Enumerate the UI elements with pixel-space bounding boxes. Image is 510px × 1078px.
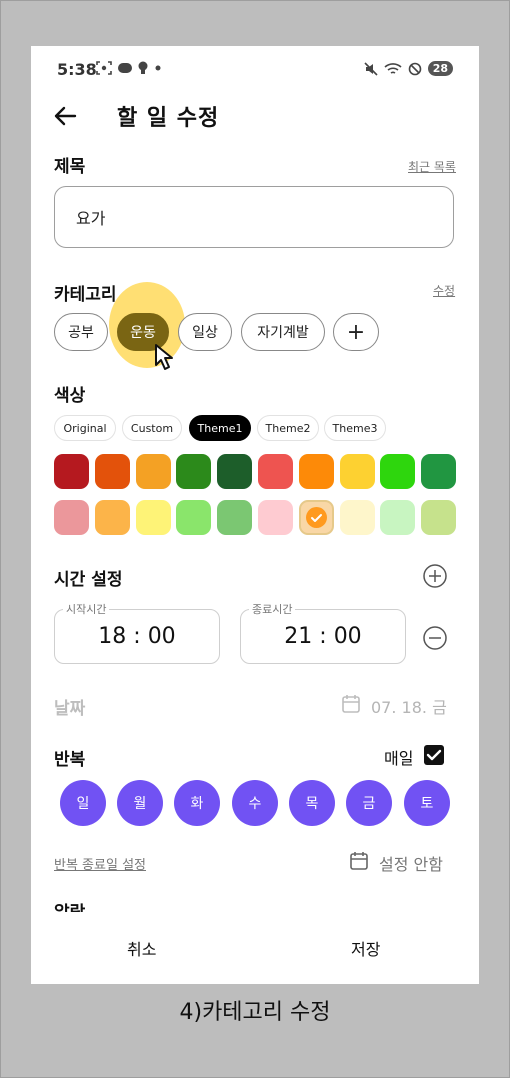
color-swatch[interactable] xyxy=(176,500,212,535)
color-swatch[interactable] xyxy=(339,500,375,535)
cancel-button[interactable]: 취소 xyxy=(127,936,156,960)
repeat-end-date-link[interactable]: 반복 종료일 설정 xyxy=(54,854,146,873)
day-button-sat[interactable]: 토 xyxy=(404,780,450,826)
cursor-icon xyxy=(155,344,173,370)
day-button-fri[interactable]: 금 xyxy=(346,780,392,826)
date-value[interactable]: 07. 18. 금 xyxy=(371,694,447,718)
theme-tab-theme1[interactable]: Theme1 xyxy=(189,415,251,441)
day-button-thu[interactable]: 목 xyxy=(289,780,335,826)
theme-tab-original[interactable]: Original xyxy=(54,415,116,441)
color-swatch[interactable] xyxy=(258,454,293,489)
start-time-field[interactable]: 18 : 00 xyxy=(54,609,220,664)
image-caption: 4)카테고리 수정 xyxy=(179,1000,331,1025)
time-label: 시간 설정 xyxy=(54,570,123,590)
color-swatch[interactable] xyxy=(54,500,89,535)
color-swatch[interactable] xyxy=(135,500,171,535)
color-swatch[interactable] xyxy=(380,500,416,535)
screenshot-icon xyxy=(96,61,112,75)
end-time-caption: 종료시간 xyxy=(249,601,296,617)
day-button-sun[interactable]: 일 xyxy=(60,780,106,826)
app-badge-icon xyxy=(118,63,132,73)
recent-list-link[interactable]: 최근 목록 xyxy=(408,158,456,175)
category-chip-study[interactable]: 공부 xyxy=(54,313,108,351)
remove-time-icon[interactable] xyxy=(423,626,447,650)
theme-tab-theme3[interactable]: Theme3 xyxy=(324,415,386,441)
color-swatch[interactable] xyxy=(217,500,253,535)
color-swatch[interactable] xyxy=(421,454,457,489)
wifi-icon xyxy=(384,62,402,74)
color-label: 색상 xyxy=(54,386,86,406)
color-swatch[interactable] xyxy=(54,454,89,489)
category-label: 카테고리 xyxy=(54,285,117,305)
check-icon xyxy=(426,749,442,761)
category-chip-self-development[interactable]: 자기계발 xyxy=(241,313,325,351)
theme-tab-custom[interactable]: Custom xyxy=(122,415,182,441)
bottom-bar: 취소 저장 xyxy=(31,912,479,984)
day-button-tue[interactable]: 화 xyxy=(174,780,220,826)
repeat-label: 반복 xyxy=(54,750,86,770)
add-time-icon[interactable] xyxy=(423,564,447,588)
start-time-caption: 시작시간 xyxy=(63,601,110,617)
color-swatch[interactable] xyxy=(421,500,457,535)
title-input[interactable]: 요가 xyxy=(54,186,454,248)
status-icons-right: 28 xyxy=(364,61,453,76)
repeat-end-date-value[interactable]: 설정 안함 xyxy=(379,851,443,875)
category-chip-daily[interactable]: 일상 xyxy=(178,313,232,351)
theme-tab-theme2[interactable]: Theme2 xyxy=(257,415,319,441)
status-bar: 5:38 28 xyxy=(31,46,479,94)
title-label: 제목 xyxy=(54,157,86,177)
dot-icon xyxy=(155,65,161,71)
color-swatch[interactable] xyxy=(217,454,253,489)
save-button[interactable]: 저장 xyxy=(351,936,380,960)
color-swatch[interactable] xyxy=(380,454,416,489)
color-swatch[interactable] xyxy=(135,454,171,489)
color-swatch[interactable] xyxy=(298,500,334,535)
add-category-button[interactable]: + xyxy=(333,313,379,351)
color-swatch[interactable] xyxy=(258,500,293,535)
color-swatch[interactable] xyxy=(176,454,212,489)
color-swatch[interactable] xyxy=(94,454,130,489)
end-time-field[interactable]: 21 : 00 xyxy=(240,609,406,664)
calendar-icon xyxy=(350,852,368,870)
page-title: 할 일 수정 xyxy=(117,106,220,131)
calendar-icon xyxy=(342,695,360,713)
status-time: 5:38 xyxy=(57,60,97,79)
daily-label: 매일 xyxy=(384,749,414,768)
phone-screen: 5:38 28 할 일 수정 제목 최근 목록 요가 카테고리 수정 공부 운동… xyxy=(31,46,479,984)
app-bar: 할 일 수정 xyxy=(31,94,479,138)
color-swatch[interactable] xyxy=(339,454,375,489)
date-label: 날짜 xyxy=(54,699,86,719)
arrow-left-icon[interactable] xyxy=(51,102,79,130)
day-button-mon[interactable]: 월 xyxy=(117,780,163,826)
check-icon xyxy=(305,507,327,528)
color-swatch[interactable] xyxy=(298,454,334,489)
battery-badge: 28 xyxy=(427,61,453,76)
day-button-wed[interactable]: 수 xyxy=(232,780,278,826)
color-swatch[interactable] xyxy=(94,500,130,535)
status-icons-left xyxy=(96,61,162,75)
category-edit-link[interactable]: 수정 xyxy=(433,282,455,299)
do-not-disturb-icon xyxy=(408,62,421,75)
lightbulb-icon xyxy=(138,61,148,74)
mute-icon xyxy=(364,61,378,76)
daily-checkbox[interactable] xyxy=(424,745,444,765)
